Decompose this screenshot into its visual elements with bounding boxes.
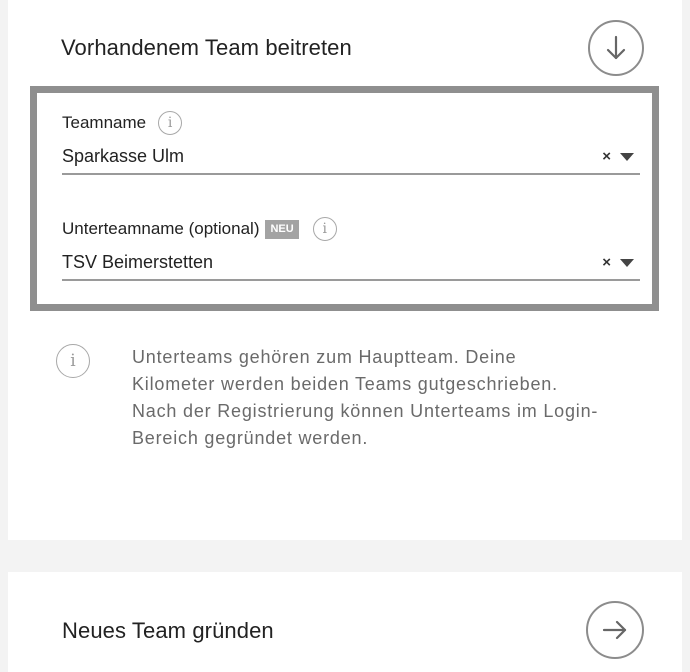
subteam-label: Unterteamname (optional) bbox=[62, 219, 260, 238]
teamname-clear-icon[interactable]: × bbox=[602, 148, 611, 169]
teamname-select[interactable]: Sparkasse Ulm × bbox=[62, 143, 640, 175]
subteam-info-icon[interactable]: i bbox=[312, 217, 337, 241]
info-icon: i bbox=[56, 344, 90, 378]
join-team-title: Vorhandenem Team beitreten bbox=[61, 35, 352, 60]
subteam-value: TSV Beimerstetten bbox=[62, 251, 214, 272]
teamname-label: Teamname bbox=[62, 113, 147, 132]
subteam-label-row: Unterteamname (optional) NEU i bbox=[62, 217, 640, 241]
teamname-label-row: Teamname i bbox=[62, 111, 640, 135]
create-team-button[interactable] bbox=[586, 601, 644, 659]
help-text: Unterteams gehören zum Hauptteam. Deine … bbox=[132, 347, 599, 448]
subteam-select[interactable]: TSV Beimerstetten × bbox=[62, 249, 640, 281]
teamname-info-icon[interactable]: i bbox=[158, 111, 183, 135]
collapse-join-button[interactable] bbox=[588, 20, 644, 76]
subteam-dropdown-icon[interactable] bbox=[620, 259, 634, 267]
teamname-value: Sparkasse Ulm bbox=[62, 145, 185, 166]
subteam-field: Unterteamname (optional) NEU i TSV Beime… bbox=[62, 217, 640, 281]
new-team-card[interactable]: Neues Team gründen bbox=[8, 572, 682, 672]
arrow-down-circle-icon bbox=[606, 35, 626, 60]
team-selection-form: Teamname i Sparkasse Ulm × Unterteamname… bbox=[30, 86, 659, 311]
subteam-clear-icon[interactable]: × bbox=[602, 254, 611, 275]
new-team-title: Neues Team gründen bbox=[62, 618, 274, 643]
arrow-right-circle-icon bbox=[602, 620, 627, 640]
new-badge: NEU bbox=[265, 219, 299, 239]
teamname-field: Teamname i Sparkasse Ulm × bbox=[62, 111, 640, 175]
teamname-dropdown-icon[interactable] bbox=[620, 153, 634, 161]
